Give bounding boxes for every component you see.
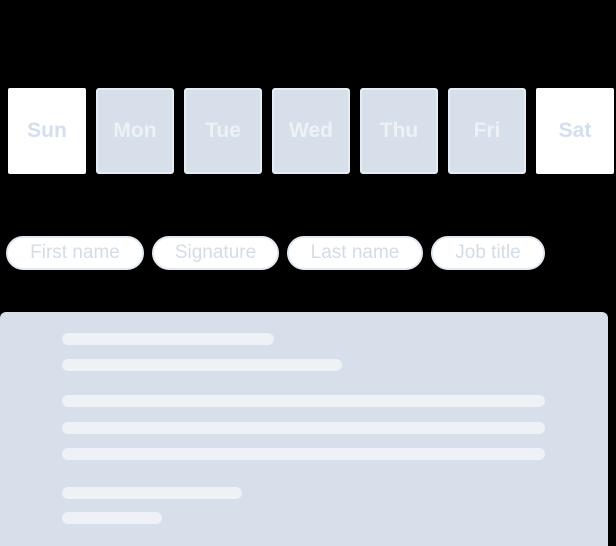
placeholder-line [62, 395, 545, 407]
placeholder-line [62, 487, 242, 499]
last-name-chip[interactable]: Last name [287, 236, 423, 270]
day-sun-toggle[interactable]: Sun [8, 88, 86, 174]
day-sun-label: Sun [27, 119, 67, 142]
last-name-chip-label: Last name [310, 242, 400, 263]
day-selector: Sun Mon Tue Wed Thu Fri Sat [8, 88, 614, 174]
placeholder-line [62, 422, 545, 434]
placeholder-line [62, 359, 342, 371]
signature-chip-label: Signature [174, 242, 257, 263]
day-thu-toggle[interactable]: Thu [360, 88, 438, 174]
day-tue-label: Tue [205, 119, 241, 142]
placeholder-line [62, 512, 162, 524]
day-sat-toggle[interactable]: Sat [536, 88, 614, 174]
placeholder-line [62, 333, 274, 345]
day-sat-label: Sat [558, 119, 592, 142]
day-wed-label: Wed [289, 119, 333, 142]
document-preview [0, 312, 608, 546]
job-title-chip[interactable]: Job title [431, 236, 545, 270]
day-mon-toggle[interactable]: Mon [96, 88, 174, 174]
day-mon-label: Mon [113, 119, 157, 142]
day-tue-toggle[interactable]: Tue [184, 88, 262, 174]
job-title-chip-label: Job title [455, 242, 521, 263]
first-name-chip[interactable]: First name [6, 236, 144, 270]
placeholder-line [62, 448, 545, 460]
field-chips: First name Signature Last name Job title [6, 236, 553, 270]
day-fri-label: Fri [473, 119, 501, 142]
day-thu-label: Thu [379, 119, 419, 142]
first-name-chip-label: First name [30, 242, 120, 263]
signature-chip[interactable]: Signature [152, 236, 279, 270]
day-wed-toggle[interactable]: Wed [272, 88, 350, 174]
day-fri-toggle[interactable]: Fri [448, 88, 526, 174]
